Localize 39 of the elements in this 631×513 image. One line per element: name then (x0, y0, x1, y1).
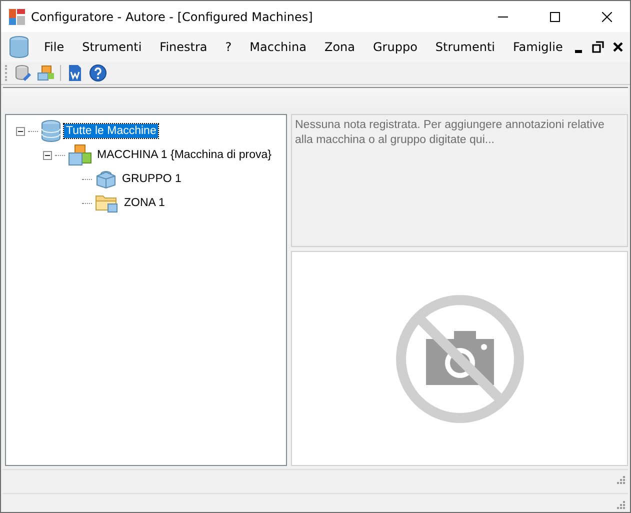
help-icon[interactable] (89, 64, 107, 82)
close-icon (612, 41, 624, 53)
notes-field[interactable]: Nessuna nota registrata. Per aggiungere annotazioni relative alla macchina o al gruppo digitate qui... (291, 114, 628, 247)
database-icon[interactable] (9, 35, 29, 59)
resize-grip-icon[interactable] (615, 474, 625, 484)
window-title: Configuratore - Autore - [Configured Machines] (31, 10, 314, 24)
menu-item[interactable]: Finestra (150, 40, 216, 54)
menu-item[interactable]: Zona (315, 40, 364, 54)
resize-grip-icon[interactable] (615, 499, 625, 509)
menu-item[interactable]: ? (216, 40, 241, 54)
menu-item[interactable]: Macchina (240, 40, 316, 54)
minus-icon (18, 128, 23, 134)
restore-icon (592, 41, 604, 53)
no-photo-icon (394, 292, 526, 424)
database-icon (41, 120, 61, 142)
maximize-icon (550, 12, 560, 22)
database-connect-icon[interactable] (14, 64, 32, 82)
tree-item[interactable]: MACCHINA 1 {Macchina di prova} (95, 148, 274, 162)
tree-item[interactable]: ZONA 1 (122, 196, 167, 210)
close-button[interactable] (612, 41, 624, 53)
blocks-icon (68, 144, 92, 166)
menu-item[interactable]: Gruppo (364, 40, 426, 54)
tree-item[interactable]: Tutte le Macchine (64, 124, 158, 138)
menu-item[interactable]: Strumenti (426, 40, 504, 54)
block-icon (95, 169, 117, 189)
minimize-icon (575, 50, 582, 53)
menu-item[interactable]: Strumenti (73, 40, 151, 54)
blocks-icon[interactable] (37, 64, 55, 82)
collapse-toggle[interactable] (43, 150, 52, 160)
menu-item[interactable]: File (35, 40, 74, 54)
minus-icon (45, 152, 50, 158)
close-icon (602, 12, 612, 22)
menu-item[interactable]: Famiglie (504, 40, 572, 54)
document-icon[interactable] (66, 64, 84, 82)
tree-item[interactable]: GRUPPO 1 (120, 172, 184, 186)
app-logo-icon (9, 8, 25, 24)
collapse-toggle[interactable] (16, 126, 25, 136)
restore-button[interactable] (592, 41, 604, 53)
folder-icon (95, 193, 119, 213)
